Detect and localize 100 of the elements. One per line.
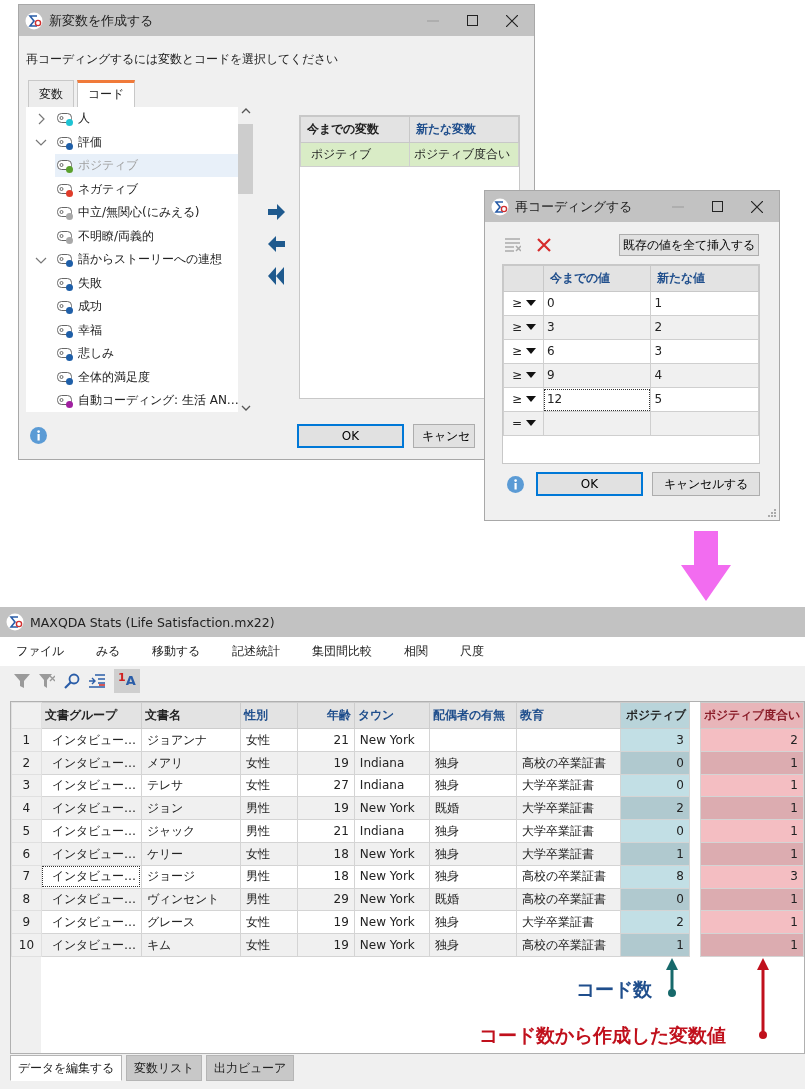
sort-button[interactable]: $^{1}$A <box>114 669 140 693</box>
tree-item[interactable]: 人 <box>55 106 238 131</box>
tree-item[interactable]: 不明瞭/両義的 <box>55 224 238 248</box>
table-cell[interactable]: 1 <box>700 910 804 934</box>
table-cell[interactable]: 大学卒業証書 <box>516 910 621 934</box>
table-cell[interactable]: 3 <box>650 339 759 364</box>
search-icon[interactable] <box>64 673 80 689</box>
tab[interactable]: 出力ビューア <box>206 1055 294 1082</box>
table-cell[interactable]: テレサ <box>141 774 241 797</box>
column-header[interactable]: 年齢 <box>297 702 355 729</box>
column-header[interactable]: 新たな変数 <box>409 116 519 143</box>
tree-item[interactable]: 成功 <box>55 294 238 319</box>
table-cell[interactable]: 1 <box>700 751 804 775</box>
table-cell[interactable]: 1 <box>700 888 804 911</box>
table-cell[interactable]: 1 <box>650 291 759 316</box>
tab[interactable]: データを編集する <box>10 1055 122 1082</box>
column-header[interactable]: ポジティブ <box>620 702 690 729</box>
column-header[interactable]: 今までの値 <box>543 265 651 292</box>
table-cell[interactable]: グレース <box>141 910 241 934</box>
table-cell[interactable]: インタビュー… <box>41 865 142 889</box>
table-cell[interactable]: 1 <box>700 819 804 843</box>
table-cell[interactable]: 女性 <box>240 728 298 752</box>
column-header[interactable]: 配偶者の有無 <box>429 702 517 729</box>
ok-button[interactable]: OK <box>536 472 643 496</box>
tree-item[interactable]: 全体的満足度 <box>55 365 238 389</box>
table-cell[interactable]: 9 <box>543 363 651 388</box>
tree-item[interactable]: 評価 <box>55 130 238 154</box>
column-header[interactable]: タウン <box>354 702 430 729</box>
table-cell[interactable]: 18 <box>297 865 355 889</box>
column-header[interactable]: 新たな値 <box>650 265 759 292</box>
table-cell[interactable]: 12 <box>543 387 651 412</box>
table-cell[interactable]: 独身 <box>429 774 517 797</box>
table-cell[interactable]: 女性 <box>240 910 298 934</box>
table-cell[interactable]: 0 <box>543 291 651 316</box>
table-cell[interactable]: 3 <box>543 315 651 340</box>
table-cell[interactable]: 高校の卒業証書 <box>516 865 621 889</box>
table-cell[interactable]: ジョアンナ <box>141 728 241 752</box>
table-cell[interactable]: 2 <box>700 728 804 752</box>
table-cell[interactable]: Indiana <box>354 819 430 843</box>
column-header[interactable]: 文書グループ <box>41 702 142 729</box>
close-icon[interactable] <box>506 14 518 27</box>
tree-item[interactable]: 失敗 <box>55 271 238 295</box>
tree-item[interactable]: 幸福 <box>55 318 238 342</box>
table-cell[interactable]: 19 <box>297 910 355 934</box>
table-cell[interactable]: ジャック <box>141 819 241 843</box>
menu-item[interactable]: みる <box>80 644 136 659</box>
column-header[interactable]: 今までの変数 <box>300 116 410 143</box>
table-cell[interactable]: 6 <box>543 339 651 364</box>
scrollbar-thumb[interactable] <box>238 124 253 195</box>
tree-item[interactable]: 中立/無関心(にみえる) <box>55 200 238 225</box>
double-left-arrow-icon[interactable] <box>268 266 284 285</box>
table-cell[interactable]: 独身 <box>429 910 517 934</box>
table-cell[interactable]: ポジティブ度合い <box>409 142 519 167</box>
tree-item[interactable]: 悲しみ <box>55 341 238 366</box>
table-cell[interactable]: 女性 <box>240 774 298 797</box>
menu-item[interactable]: 記述統計 <box>216 644 296 659</box>
cancel-button[interactable]: キャンセ <box>413 423 475 448</box>
tree-item[interactable]: 語からストーリーへの連想 <box>55 247 238 272</box>
table-cell[interactable]: ポジティブ <box>300 142 410 167</box>
right-arrow-icon[interactable] <box>267 202 285 221</box>
table-cell[interactable]: 大学卒業証書 <box>516 819 621 843</box>
tab[interactable]: コード <box>77 80 135 107</box>
left-arrow-icon[interactable] <box>267 234 285 253</box>
tab[interactable]: 変数 <box>28 80 74 107</box>
menu-item[interactable]: 相関 <box>388 644 444 659</box>
menu-item[interactable]: 移動する <box>136 644 216 659</box>
table-cell[interactable]: 2 <box>650 315 759 340</box>
insert-rows-icon[interactable] <box>89 673 105 689</box>
delete-icon[interactable] <box>537 238 551 252</box>
maximize-icon[interactable] <box>467 15 478 26</box>
table-cell[interactable]: New York <box>354 910 430 934</box>
table-cell[interactable]: 5 <box>650 387 759 412</box>
table-cell[interactable]: 独身 <box>429 865 517 889</box>
clear-filter-icon[interactable] <box>39 673 55 689</box>
cancel-button[interactable]: キャンセルする <box>652 472 760 496</box>
scroll-up-icon[interactable] <box>240 106 251 115</box>
column-header[interactable]: 性別 <box>240 702 298 729</box>
close-icon[interactable] <box>751 200 763 213</box>
column-header[interactable]: 文書名 <box>141 702 241 729</box>
table-cell[interactable]: インタビュー… <box>41 910 142 934</box>
menu-item[interactable]: ファイル <box>0 644 80 659</box>
scroll-down-icon[interactable] <box>240 403 251 412</box>
table-cell[interactable]: インタビュー… <box>41 774 142 797</box>
insert-button[interactable]: 既存の値を全て挿入する <box>619 234 759 256</box>
table-cell[interactable]: ジョージ <box>141 865 241 889</box>
table-cell[interactable]: インタビュー… <box>41 819 142 843</box>
table-cell[interactable]: 3 <box>700 865 804 889</box>
tree-item[interactable]: 自動コーディング: 生活 AN… <box>55 388 238 412</box>
table-cell[interactable]: 男性 <box>240 819 298 843</box>
ok-button[interactable]: OK <box>297 423 404 448</box>
table-cell[interactable]: New York <box>354 865 430 889</box>
table-cell[interactable]: 独身 <box>429 819 517 843</box>
table-cell[interactable]: インタビュー… <box>41 728 142 752</box>
table-cell[interactable]: New York <box>354 728 430 752</box>
column-header[interactable]: ポジティブ度合い <box>700 702 804 729</box>
menu-item[interactable]: 尺度 <box>444 644 500 659</box>
table-cell[interactable]: 1 <box>700 842 804 866</box>
maximize-icon[interactable] <box>712 201 723 212</box>
table-cell[interactable]: 男性 <box>240 865 298 889</box>
table-cell[interactable]: 4 <box>650 363 759 388</box>
